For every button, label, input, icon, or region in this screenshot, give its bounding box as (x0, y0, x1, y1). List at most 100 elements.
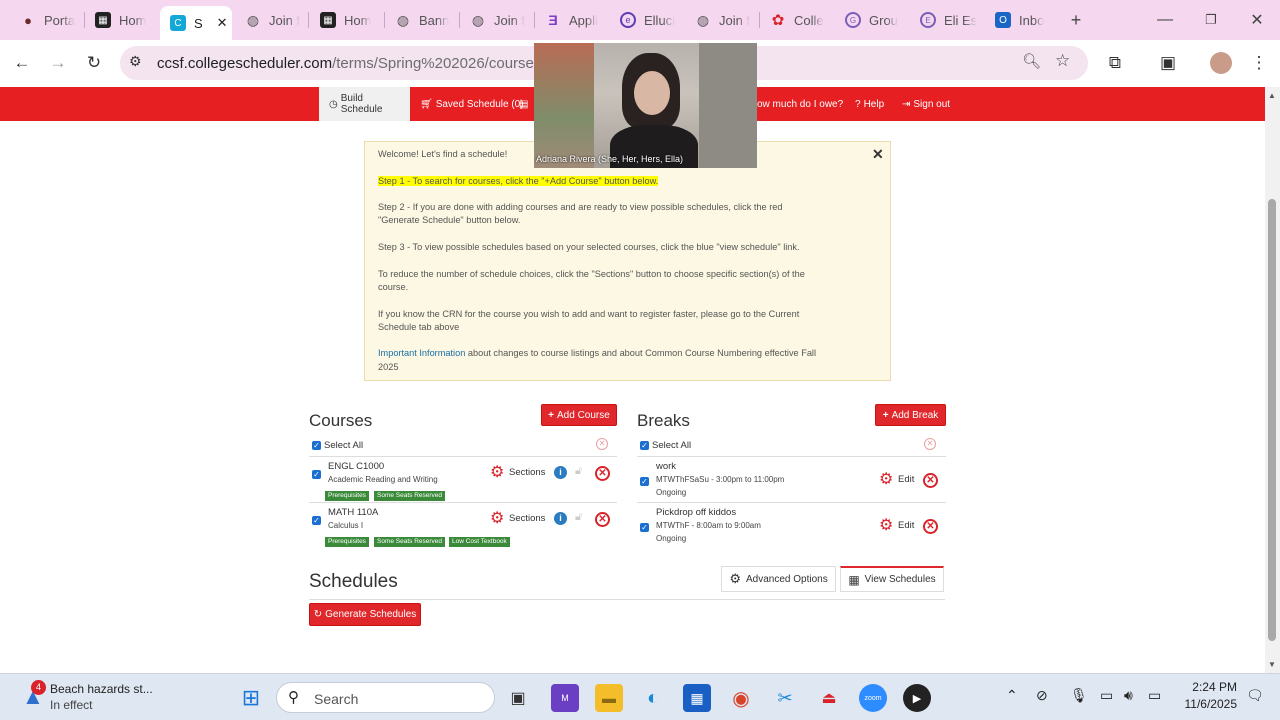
menu-icon[interactable]: ⋮ (1246, 50, 1272, 76)
weather-title[interactable]: Beach hazards st... (50, 682, 153, 696)
tab-colleague[interactable]: ✿ Colle (760, 4, 834, 36)
nav-saved-schedule[interactable]: 🛒︎ Saved Schedule (0) (410, 87, 534, 121)
nav-sign-out[interactable]: ⇥ Sign out (892, 87, 960, 121)
clock-time[interactable]: 2:24 PM (1181, 680, 1237, 694)
close-tab-icon[interactable]: ✕ (217, 15, 228, 31)
close-icon[interactable]: ✕ (872, 147, 884, 161)
course-checkbox[interactable]: ✓ (312, 516, 321, 525)
info-icon[interactable]: i (554, 466, 567, 479)
info-icon[interactable]: i (554, 512, 567, 525)
tab-groups[interactable]: G Grou (835, 4, 909, 36)
break-checkbox[interactable]: ✓ (640, 477, 649, 486)
remove-all-breaks-icon[interactable]: ✕ (924, 438, 936, 450)
bookmark-star-icon[interactable]: ☆ (1055, 51, 1070, 71)
edit-break-button[interactable]: Edit (898, 474, 914, 485)
scroll-up-icon[interactable]: ▲ (1268, 91, 1276, 100)
reload-icon[interactable]: ↻ (81, 50, 107, 76)
gear-icon[interactable]: ⚙ (490, 465, 504, 481)
microphone-icon[interactable]: 🎙︎ (1070, 687, 1088, 704)
view-schedules-tab[interactable]: ▦ View Schedules (840, 566, 944, 592)
tab-banner[interactable]: ◍ Bann (385, 4, 457, 36)
task-view-icon[interactable]: ▣ (504, 684, 532, 712)
minimize-icon[interactable]: — (1150, 8, 1180, 32)
url-text[interactable]: ccsf.collegescheduler.com/terms/Spring%2… (157, 55, 541, 72)
gear-icon[interactable]: ⚙ (879, 472, 893, 488)
clock-date[interactable]: 11/6/2025 (1181, 697, 1238, 711)
nav-owe[interactable]: ow much do I owe? (747, 87, 853, 121)
step3-text: Step 3 - To view possible schedules base… (378, 242, 800, 253)
nav-build-schedule[interactable]: ◷ Build Schedule (319, 87, 410, 121)
remove-all-courses-icon[interactable]: ✕ (596, 438, 608, 450)
sections-button[interactable]: Sections (509, 513, 545, 524)
remove-course-icon[interactable]: ✕ (595, 466, 610, 481)
media-player-icon[interactable]: ▶ (903, 684, 931, 712)
volume-icon[interactable]: 🔊︎ (1124, 687, 1133, 704)
show-hidden-icons-icon[interactable]: ⌃ (1006, 687, 1018, 704)
sections-button[interactable]: Sections (509, 467, 545, 478)
tab-search-icon[interactable]: ▣ (1155, 50, 1181, 76)
zoom-icon[interactable]: 🔍︎ (1022, 52, 1041, 70)
tab-application[interactable]: Ǝ Appli (535, 4, 607, 36)
globe-icon: ◍ (471, 11, 485, 28)
windows-start-icon[interactable]: ⊞ (237, 684, 265, 712)
break-checkbox[interactable]: ✓ (640, 523, 649, 532)
generate-schedules-button[interactable]: ↻ Generate Schedules (309, 603, 421, 626)
taskbar-search[interactable]: ⚲ Search (276, 682, 495, 713)
tab-inbox[interactable]: O Inbo (985, 4, 1059, 36)
courses-select-all-checkbox[interactable]: ✓ (312, 441, 321, 450)
m365-icon[interactable]: M (551, 684, 579, 712)
edge-icon[interactable]: ◐ (639, 684, 667, 712)
new-tab-icon[interactable]: + (1061, 8, 1091, 32)
page-scrollbar[interactable]: ▲ ▼ (1265, 87, 1280, 673)
forward-icon[interactable]: → (45, 50, 71, 76)
nav-help[interactable]: ? Help (845, 87, 894, 121)
tab-college-scheduler[interactable]: C S ✕ (160, 6, 232, 40)
extensions-icon[interactable]: ⧉ (1102, 50, 1128, 76)
store-icon[interactable]: ▦ (683, 684, 711, 712)
remove-break-icon[interactable]: ✕ (923, 473, 938, 488)
add-course-button[interactable]: + Add Course (541, 404, 617, 426)
snipping-tool-icon[interactable]: ✂ (771, 684, 799, 712)
video-call-overlay[interactable]: Adriana Rivera (She, Her, Hers, Ella) (534, 43, 757, 168)
display-icon[interactable]: ▭ (1100, 687, 1113, 704)
close-window-icon[interactable]: ✕ (1242, 8, 1272, 32)
remove-course-icon[interactable]: ✕ (595, 512, 610, 527)
scrollbar-thumb[interactable] (1268, 199, 1276, 641)
tab-ellucian[interactable]: e Elluci (610, 4, 682, 36)
course-checkbox[interactable]: ✓ (312, 470, 321, 479)
lock-icon[interactable]: 🔓︎ (575, 511, 582, 524)
important-information-link[interactable]: Important Information (378, 348, 465, 358)
advanced-options-button[interactable]: ⚙ Advanced Options (721, 566, 836, 592)
lock-icon[interactable]: 🔓︎ (575, 465, 582, 478)
break-name: Pickdrop off kiddos (656, 507, 737, 518)
tab-join-2[interactable]: ◍ Join f (460, 4, 532, 36)
add-break-button[interactable]: + Add Break (875, 404, 946, 426)
tab-home-1[interactable]: ▦ Hom (85, 4, 155, 36)
tab-join-1[interactable]: ◍ Join f (235, 4, 305, 36)
remove-break-icon[interactable]: ✕ (923, 519, 938, 534)
gear-icon[interactable]: ⚙ (490, 511, 504, 527)
network-off-icon[interactable]: ⊘ (1036, 687, 1048, 704)
tab-porta[interactable]: ● Porta (10, 4, 82, 36)
tab-home-2[interactable]: ▦ Hom (310, 4, 382, 36)
battery-icon[interactable]: ▭ (1148, 687, 1161, 704)
college-scheduler-icon: C (170, 15, 186, 31)
sign-out-icon: ⇥ (902, 98, 911, 110)
edit-break-button[interactable]: Edit (898, 520, 914, 531)
back-icon[interactable]: ← (9, 50, 35, 76)
profile-avatar[interactable] (1210, 52, 1232, 74)
tab-join-3[interactable]: ◍ Join f (685, 4, 757, 36)
plus-icon: + (548, 409, 555, 421)
breaks-select-all-checkbox[interactable]: ✓ (640, 441, 649, 450)
gear-icon[interactable]: ⚙ (879, 518, 893, 534)
zoom-app-icon[interactable]: zoom (859, 684, 887, 712)
chrome-icon[interactable]: ◉ (727, 684, 755, 712)
site-settings-icon[interactable]: ⚙ (129, 53, 142, 70)
acrobat-icon[interactable]: ⏏ (815, 684, 843, 712)
scroll-down-icon[interactable]: ▼ (1268, 660, 1276, 669)
restore-icon[interactable]: ❐ (1196, 8, 1226, 32)
file-explorer-icon[interactable]: ▬ (595, 684, 623, 712)
nav-hidden-item-icon[interactable]: ▤ (519, 87, 528, 121)
tab-eli[interactable]: E Eli Es (910, 4, 984, 36)
notifications-icon[interactable]: 🗨︎ (1246, 687, 1264, 704)
